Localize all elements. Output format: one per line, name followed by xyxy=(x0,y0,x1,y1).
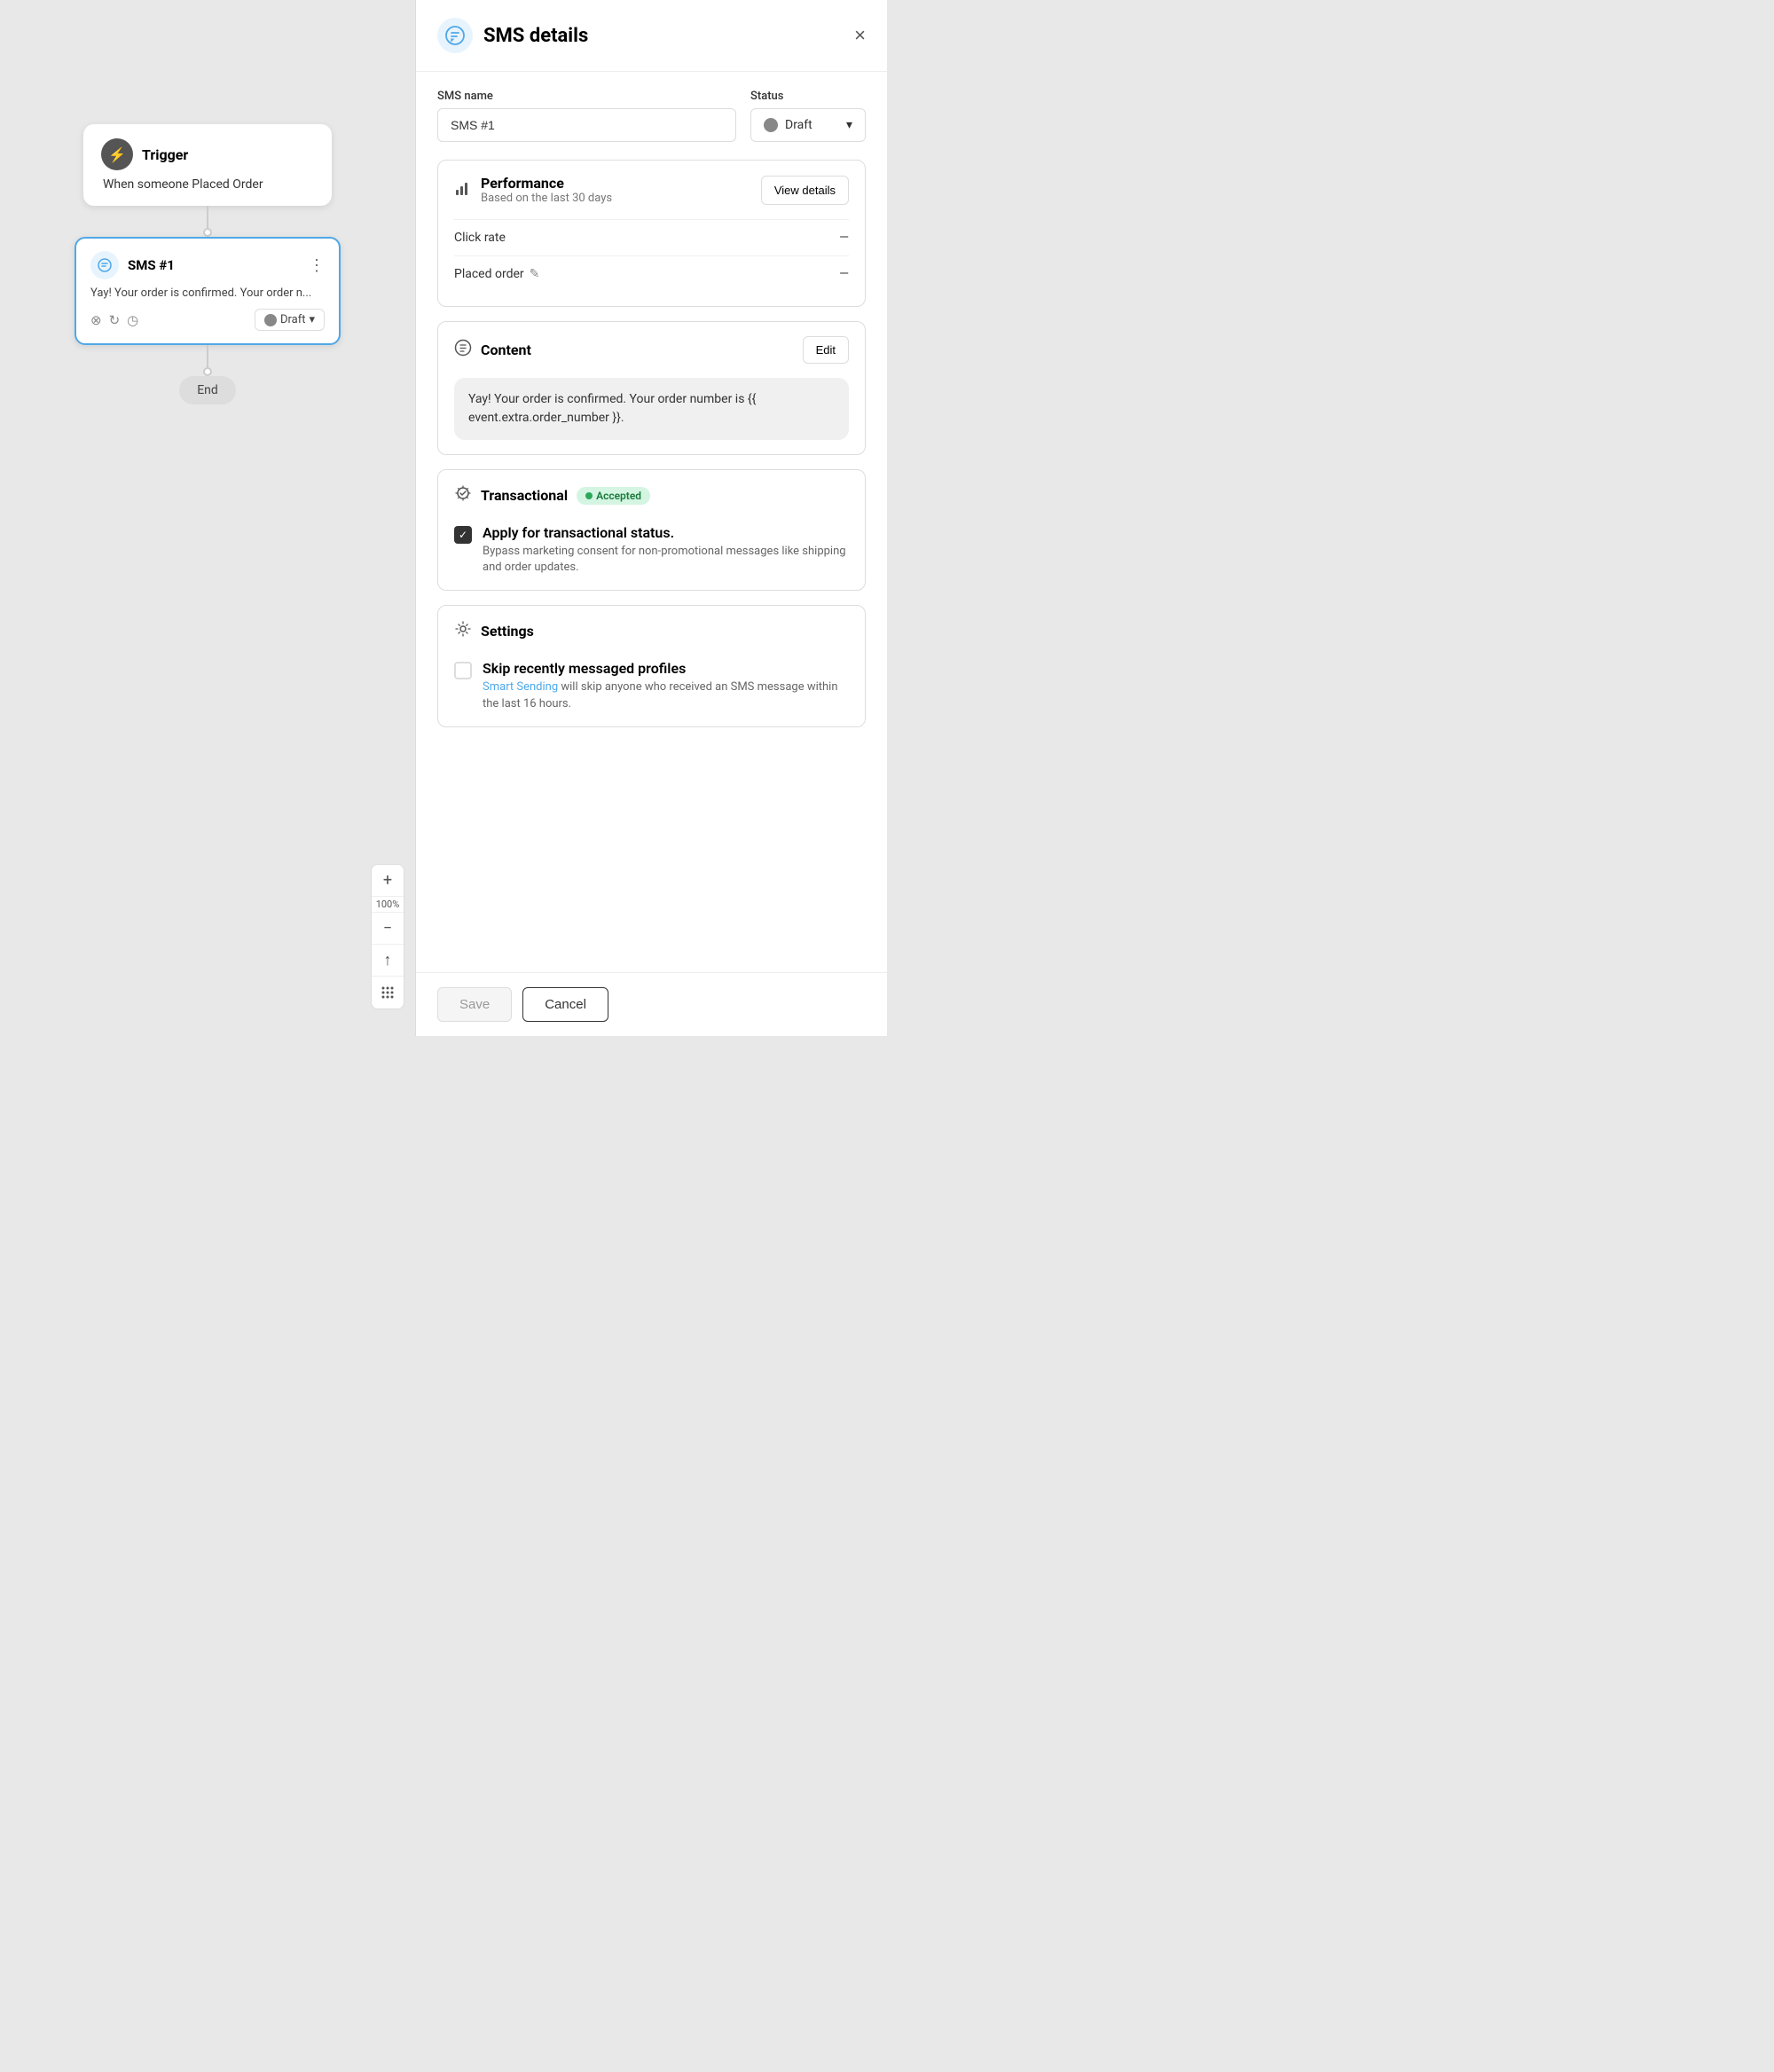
zoom-grid-button[interactable] xyxy=(372,977,404,1009)
sms-name-label: SMS name xyxy=(437,90,736,103)
settings-icon xyxy=(454,620,472,642)
sms-name-group: SMS name xyxy=(437,90,736,142)
message-bubble: Yay! Your order is confirmed. Your order… xyxy=(454,378,849,440)
transactional-checkbox-row: ✓ Apply for transactional status. Bypass… xyxy=(454,524,849,576)
sms-draft-badge[interactable]: Draft ▾ xyxy=(255,309,325,331)
placed-order-value: — xyxy=(839,267,849,281)
click-rate-row: Click rate — xyxy=(454,219,849,255)
panel-title: SMS details xyxy=(483,25,588,47)
sms-node-menu-button[interactable]: ⋮ xyxy=(309,256,325,275)
settings-title: Settings xyxy=(481,623,534,640)
zoom-controls: + 100% − ↑ xyxy=(371,864,404,1009)
sms-icon-send: ⊗ xyxy=(90,312,102,328)
zoom-fit-button[interactable]: ↑ xyxy=(372,945,404,977)
accepted-badge: Accepted xyxy=(577,487,650,505)
draft-label: Draft xyxy=(280,313,306,326)
sms-node-preview: Yay! Your order is confirmed. Your order… xyxy=(90,286,325,300)
form-row: SMS name Status Draft ▾ xyxy=(437,90,866,142)
placed-order-label: Placed order ✎ xyxy=(454,267,539,281)
performance-icon xyxy=(454,179,472,201)
trigger-subtitle: When someone Placed Order xyxy=(101,177,314,192)
edit-button[interactable]: Edit xyxy=(803,336,849,364)
status-group: Status Draft ▾ xyxy=(750,90,866,142)
chevron-down-icon: ▾ xyxy=(846,118,852,132)
smart-sending-link[interactable]: Smart Sending xyxy=(483,680,558,694)
accepted-label: Accepted xyxy=(596,490,641,502)
transactional-icon xyxy=(454,484,472,506)
placed-order-row: Placed order ✎ — xyxy=(454,255,849,292)
sms-icon-refresh: ↻ xyxy=(109,312,121,328)
zoom-percent: 100% xyxy=(372,897,404,913)
trigger-node: ⚡ Trigger When someone Placed Order xyxy=(83,124,332,206)
connector-1 xyxy=(203,206,212,237)
save-button[interactable]: Save xyxy=(437,987,512,1022)
draft-dot xyxy=(264,314,277,326)
panel-footer: Save Cancel xyxy=(416,972,887,1036)
status-select[interactable]: Draft ▾ xyxy=(750,108,866,142)
sms-name-input[interactable] xyxy=(437,108,736,142)
connector-2 xyxy=(203,345,212,376)
chevron-down-icon: ▾ xyxy=(309,313,315,326)
transactional-title: Transactional xyxy=(481,487,568,504)
trigger-title: Trigger xyxy=(142,146,188,163)
content-card: Content Edit Yay! Your order is confirme… xyxy=(437,321,866,455)
skip-checkbox[interactable] xyxy=(454,662,472,679)
settings-card: Settings Skip recently messaged profiles… xyxy=(437,605,866,726)
transactional-card: Transactional Accepted ✓ Apply for trans… xyxy=(437,469,866,591)
sms-icon-clock: ◷ xyxy=(127,312,138,328)
transactional-checkbox[interactable]: ✓ xyxy=(454,526,472,544)
click-rate-label: Click rate xyxy=(454,231,506,245)
transactional-checkbox-desc: Bypass marketing consent for non-promoti… xyxy=(483,544,849,576)
sms-node[interactable]: SMS #1 ⋮ Yay! Your order is confirmed. Y… xyxy=(75,237,341,345)
transactional-checkbox-label: Apply for transactional status. xyxy=(483,524,849,541)
view-details-button[interactable]: View details xyxy=(761,176,849,205)
transactional-body: ✓ Apply for transactional status. Bypass… xyxy=(438,521,865,590)
performance-card: Performance Based on the last 30 days Vi… xyxy=(437,160,866,307)
panel-header: SMS details × xyxy=(416,0,887,72)
performance-subtitle: Based on the last 30 days xyxy=(481,192,612,205)
settings-body: Skip recently messaged profiles Smart Se… xyxy=(438,656,865,726)
status-dot xyxy=(764,118,778,132)
zoom-out-button[interactable]: − xyxy=(372,913,404,945)
end-node: End xyxy=(179,376,236,404)
status-label: Status xyxy=(750,90,866,103)
trigger-icon: ⚡ xyxy=(101,138,133,170)
performance-title: Performance xyxy=(481,175,612,192)
right-panel: SMS details × SMS name Status Draft ▾ xyxy=(415,0,887,1036)
panel-content: SMS name Status Draft ▾ xyxy=(416,72,887,972)
sms-node-icon xyxy=(90,251,119,279)
sms-node-name: SMS #1 xyxy=(128,257,175,273)
zoom-in-button[interactable]: + xyxy=(372,865,404,897)
skip-label: Skip recently messaged profiles xyxy=(483,660,849,677)
skip-desc: Smart Sending will skip anyone who recei… xyxy=(483,679,849,711)
settings-header: Settings xyxy=(438,606,865,656)
panel-header-icon xyxy=(437,18,473,53)
transactional-header: Transactional Accepted xyxy=(438,470,865,521)
metrics-body: Click rate — Placed order ✎ — xyxy=(438,219,865,306)
content-title: Content xyxy=(481,341,531,358)
content-icon xyxy=(454,339,472,361)
cancel-button[interactable]: Cancel xyxy=(522,987,608,1022)
canvas-area: ⚡ Trigger When someone Placed Order SMS … xyxy=(0,0,415,1036)
content-header: Content Edit xyxy=(438,322,865,378)
status-value: Draft xyxy=(785,118,812,132)
sms-node-icons: ⊗ ↻ ◷ xyxy=(90,312,138,328)
placed-order-edit-icon: ✎ xyxy=(530,267,540,281)
skip-checkbox-row: Skip recently messaged profiles Smart Se… xyxy=(454,660,849,711)
click-rate-value: — xyxy=(839,231,849,245)
close-button[interactable]: × xyxy=(854,24,866,47)
accepted-dot xyxy=(585,492,593,499)
performance-header: Performance Based on the last 30 days Vi… xyxy=(438,161,865,219)
content-body: Yay! Your order is confirmed. Your order… xyxy=(438,378,865,454)
